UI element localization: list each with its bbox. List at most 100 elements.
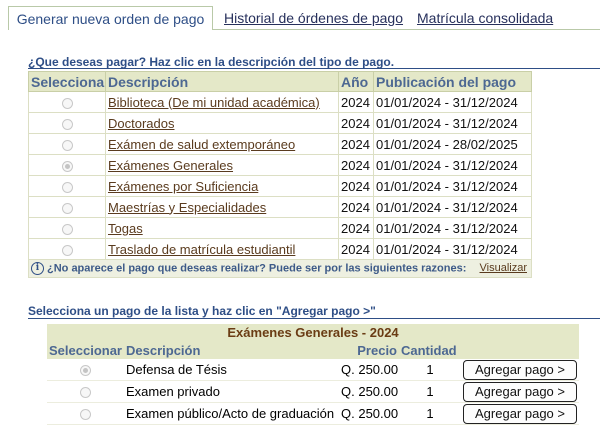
description-cell: Biblioteca (De mi unidad académica) xyxy=(105,91,339,113)
info-icon: i xyxy=(31,262,44,275)
payment-items-table: Exámenes Generales - 2024 Seleccionar De… xyxy=(47,324,580,425)
payment-type-row[interactable]: Doctorados 2024 01/01/2024 - 31/12/2024 xyxy=(28,112,532,134)
description-cell: Examen privado xyxy=(124,380,339,403)
year-cell: 2024 xyxy=(338,133,374,155)
description-cell: Exámen de salud extemporáneo xyxy=(105,133,339,155)
info-text: ¿No aparece el pago que deseas realizar?… xyxy=(47,262,467,275)
column-header-select: Seleccionar xyxy=(28,71,106,92)
select-radio[interactable] xyxy=(61,223,73,235)
select-radio[interactable] xyxy=(61,139,73,151)
add-payment-button[interactable]: Agregar pago > xyxy=(463,359,577,380)
column-header-action xyxy=(461,341,580,359)
description-cell: Exámenes por Suficiencia xyxy=(105,175,339,197)
payment-type-link[interactable]: Maestrías y Especialidades xyxy=(108,200,266,215)
select-radio[interactable] xyxy=(61,118,73,130)
payment-type-link[interactable]: Togas xyxy=(108,221,143,236)
description-cell: Traslado de matrícula estudiantil xyxy=(105,238,339,260)
year-cell: 2024 xyxy=(338,238,374,260)
payment-type-row[interactable]: Biblioteca (De mi unidad académica) 2024 0… xyxy=(28,91,532,113)
quantity-cell: 1 xyxy=(399,402,461,425)
select-radio[interactable] xyxy=(61,202,73,214)
payment-type-row[interactable]: Exámenes Generales 2024 01/01/2024 - 31/12… xyxy=(28,154,532,176)
quantity-cell: 1 xyxy=(399,359,461,381)
tab-payment-history[interactable]: Historial de órdenes de pago xyxy=(224,10,403,26)
select-cell xyxy=(47,380,124,403)
payment-type-row[interactable]: Traslado de matrícula estudiantil 2024 01/… xyxy=(28,238,532,260)
column-header-period: Publicación del pago xyxy=(373,71,532,92)
select-radio[interactable] xyxy=(61,181,73,193)
description-cell: Togas xyxy=(105,217,339,239)
description-cell: Doctorados xyxy=(105,112,339,134)
tab-divider xyxy=(213,29,600,30)
select-cell xyxy=(47,402,124,425)
payment-item-row: Defensa de Tésis Q. 250.00 1 Agregar pago > xyxy=(47,359,580,381)
action-cell: Agregar pago > xyxy=(461,380,580,403)
visualize-link[interactable]: Visualizar xyxy=(480,262,528,274)
payment-item-row: Examen público/Acto de graduación Q. 250.… xyxy=(47,402,580,425)
description-cell: Defensa de Tésis xyxy=(124,359,339,381)
period-cell: 01/01/2024 - 31/12/2024 xyxy=(373,217,532,239)
column-header-year: Año xyxy=(338,71,374,92)
select-radio[interactable] xyxy=(61,160,73,172)
payment-types-heading: ¿Que deseas pagar? Haz clic en la descri… xyxy=(28,55,395,69)
action-cell: Agregar pago > xyxy=(461,402,580,425)
description-cell: Maestrías y Especialidades xyxy=(105,196,339,218)
payment-type-row[interactable]: Exámenes por Suficiencia 2024 01/01/2024 -… xyxy=(28,175,532,197)
add-payment-button[interactable]: Agregar pago > xyxy=(463,403,577,424)
select-cell xyxy=(28,133,106,155)
select-cell xyxy=(28,217,106,239)
payment-items-title: Exámenes Generales - 2024 xyxy=(47,324,580,341)
tab-consolidated-enrollment[interactable]: Matrícula consolidada xyxy=(417,10,553,26)
add-payment-button[interactable]: Agregar pago > xyxy=(463,381,577,402)
payment-type-link[interactable]: Exámenes Generales xyxy=(108,158,233,173)
year-cell: 2024 xyxy=(338,217,374,239)
select-cell xyxy=(47,359,124,381)
description-cell: Examen público/Acto de graduación xyxy=(124,402,339,425)
tab-generate-order[interactable]: Generar nueva orden de pago xyxy=(8,6,213,30)
select-cell xyxy=(28,112,106,134)
price-cell: Q. 250.00 xyxy=(339,359,399,381)
period-cell: 01/01/2024 - 28/02/2025 xyxy=(373,133,532,155)
period-cell: 01/01/2024 - 31/12/2024 xyxy=(373,175,532,197)
payment-type-link[interactable]: Biblioteca (De mi unidad académica) xyxy=(108,95,320,110)
year-cell: 2024 xyxy=(338,175,374,197)
select-radio[interactable] xyxy=(61,97,73,109)
payment-items-header-row: Seleccionar Descripción Precio Cantidad xyxy=(47,341,580,359)
period-cell: 01/01/2024 - 31/12/2024 xyxy=(373,91,532,113)
cart-rule xyxy=(28,318,600,319)
period-cell: 01/01/2024 - 31/12/2024 xyxy=(373,238,532,260)
payment-type-link[interactable]: Exámenes por Suficiencia xyxy=(108,179,258,194)
year-cell: 2024 xyxy=(338,112,374,134)
select-radio[interactable] xyxy=(61,244,73,256)
info-row: i ¿No aparece el pago que deseas realizar… xyxy=(28,259,532,278)
payment-type-row[interactable]: Maestrías y Especialidades 2024 01/01/2024… xyxy=(28,196,532,218)
select-cell xyxy=(28,91,106,113)
info-cell: i ¿No aparece el pago que deseas realizar… xyxy=(28,259,532,278)
year-cell: 2024 xyxy=(338,154,374,176)
column-header-description: Descripción xyxy=(105,71,339,92)
select-radio[interactable] xyxy=(80,387,91,399)
payment-type-link[interactable]: Traslado de matrícula estudiantil xyxy=(108,242,295,257)
year-cell: 2024 xyxy=(338,196,374,218)
price-cell: Q. 250.00 xyxy=(339,402,399,425)
quantity-cell: 1 xyxy=(399,380,461,403)
period-cell: 01/01/2024 - 31/12/2024 xyxy=(373,196,532,218)
payment-type-row[interactable]: Exámen de salud extemporáneo 2024 01/01/20… xyxy=(28,133,532,155)
payment-type-link[interactable]: Exámen de salud extemporáneo xyxy=(108,137,295,152)
select-cell xyxy=(28,175,106,197)
price-cell: Q. 250.00 xyxy=(339,380,399,403)
payment-types-rule xyxy=(28,68,600,69)
payment-types-header-row: Seleccionar Descripción Año Publicación … xyxy=(28,71,532,92)
year-cell: 2024 xyxy=(338,91,374,113)
select-radio[interactable] xyxy=(80,409,91,421)
description-cell: Exámenes Generales xyxy=(105,154,339,176)
cart-heading: Selecciona un pago de la lista y haz cli… xyxy=(28,304,376,318)
payment-type-row[interactable]: Togas 2024 01/01/2024 - 31/12/2024 xyxy=(28,217,532,239)
column-header-price: Precio xyxy=(339,341,399,359)
select-radio[interactable] xyxy=(80,365,91,377)
payment-type-link[interactable]: Doctorados xyxy=(108,116,174,131)
period-cell: 01/01/2024 - 31/12/2024 xyxy=(373,154,532,176)
select-cell xyxy=(28,196,106,218)
select-cell xyxy=(28,154,106,176)
column-header-select: Seleccionar xyxy=(47,341,124,359)
